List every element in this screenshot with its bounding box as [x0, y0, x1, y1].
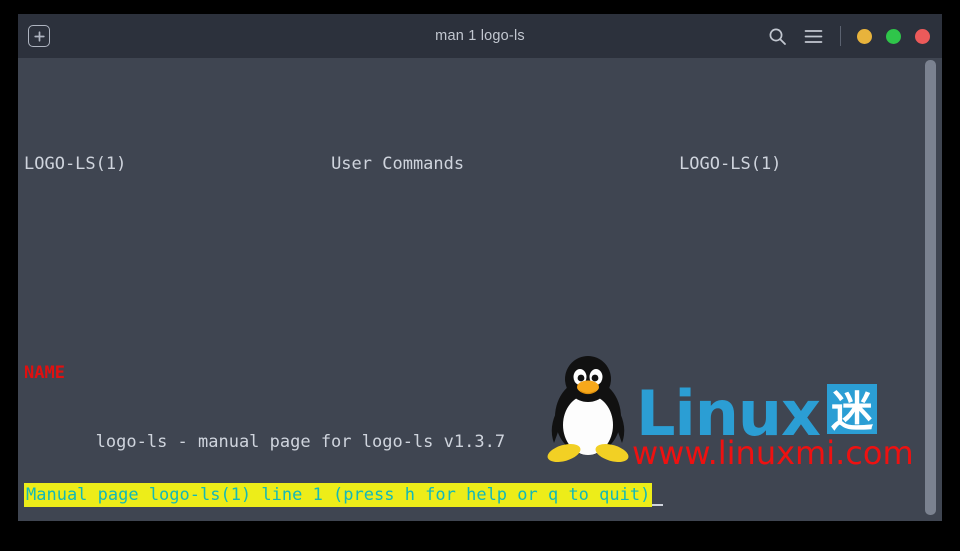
- name-heading-text: NAME: [24, 362, 65, 383]
- man-header-left: LOGO-LS(1): [24, 153, 127, 174]
- watermark-cjk-text: 迷: [831, 387, 874, 436]
- scrollbar-thumb[interactable]: [925, 60, 936, 515]
- watermark-cjk-badge: [827, 384, 877, 435]
- minimize-button[interactable]: [857, 28, 872, 44]
- titlebar-right-group: [766, 25, 930, 47]
- name-indent: [24, 432, 96, 452]
- name-body-text: logo-ls - manual page for logo-ls v1.3.7: [95, 432, 506, 453]
- man-header-center: User Commands: [331, 153, 465, 174]
- man-page-header: LOGO-LS(1) User Commands LOGO-LS(1): [18, 153, 942, 176]
- plus-in-square-icon[interactable]: [28, 25, 50, 47]
- titlebar-separator: [840, 26, 841, 46]
- title-bar: man 1 logo-ls: [18, 14, 942, 58]
- titlebar-left-group: [28, 25, 188, 47]
- window-title: man 1 logo-ls: [435, 28, 525, 44]
- name-body-line: logo-ls - manual page for logo-ls v1.3.7: [18, 431, 942, 454]
- terminal-content[interactable]: LOGO-LS(1) User Commands LOGO-LS(1) NAME…: [18, 58, 942, 521]
- scrollbar-track[interactable]: [925, 58, 936, 521]
- terminal-window: man 1 logo-ls LOGO-LS(1) User Commands L…: [18, 14, 942, 521]
- maximize-button[interactable]: [886, 28, 901, 44]
- terminal-cursor: [652, 483, 664, 507]
- search-icon[interactable]: [766, 25, 788, 47]
- man-header-gap1: [126, 154, 331, 174]
- close-button[interactable]: [915, 28, 930, 44]
- status-bar-text: Manual page logo-ls(1) line 1 (press h f…: [24, 483, 653, 507]
- less-status-bar: Manual page logo-ls(1) line 1 (press h f…: [24, 483, 664, 507]
- hamburger-menu-icon[interactable]: [802, 25, 824, 47]
- man-header-right: LOGO-LS(1): [679, 153, 782, 174]
- section-heading-name: NAME: [18, 362, 942, 385]
- man-header-gap2: [464, 154, 679, 174]
